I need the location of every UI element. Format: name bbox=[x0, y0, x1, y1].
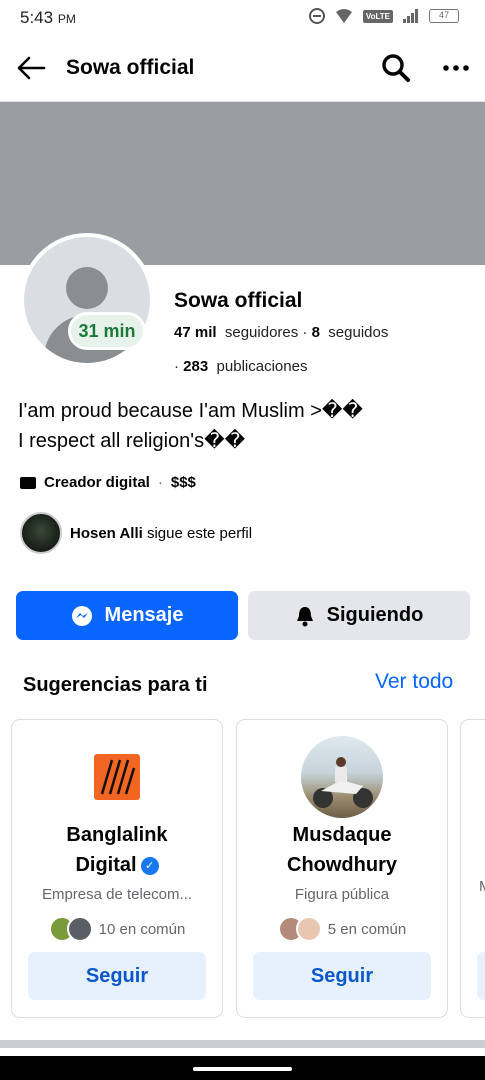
suggestion-name-line: Banglalink bbox=[66, 824, 168, 846]
verified-icon: ✓ bbox=[140, 856, 159, 875]
avatar bbox=[295, 916, 322, 942]
avatar[interactable] bbox=[20, 512, 62, 554]
avatar bbox=[66, 916, 93, 942]
profile-category: Creador digital · $$$ bbox=[20, 474, 196, 491]
profile-posts: · 283 publicaciones bbox=[174, 358, 308, 375]
message-label: Mensaje bbox=[104, 604, 184, 626]
message-button[interactable]: Mensaje bbox=[16, 591, 238, 640]
divider bbox=[0, 1040, 485, 1048]
mutual-avatars bbox=[48, 916, 93, 942]
suggestion-card[interactable]: Banglalink Digital ✓ Empresa de telecom..… bbox=[11, 719, 223, 1018]
suggestion-name-line: Chowdhury bbox=[287, 854, 397, 876]
suggestion-name-line: Musdaque bbox=[292, 824, 392, 846]
profile-name: Sowa official bbox=[174, 289, 303, 312]
price-range: $$$ bbox=[170, 474, 196, 491]
mutual-follower-text: sigue este perfil bbox=[146, 524, 253, 542]
suggestion-name-line: Digital bbox=[75, 854, 137, 876]
profile-page: 5:43 PM VoLTE 47 Sowa official 31 min So… bbox=[0, 0, 485, 1080]
signal-icon bbox=[403, 9, 418, 23]
followers-count[interactable]: 47 mil bbox=[174, 324, 217, 341]
following-button[interactable]: Siguiendo bbox=[248, 591, 470, 640]
status-icons: VoLTE 47 bbox=[308, 8, 459, 24]
suggestion-card[interactable]: Musdaque Chowdhury Figura pública 5 en c… bbox=[236, 719, 448, 1018]
search-icon[interactable] bbox=[380, 52, 412, 84]
mutual-avatars bbox=[277, 916, 322, 942]
page-title: Sowa official bbox=[66, 56, 195, 79]
mutual-count-text: 10 en común bbox=[98, 920, 186, 938]
messenger-icon bbox=[71, 605, 92, 626]
follow-button[interactable]: Seguir bbox=[28, 952, 206, 1000]
mutual-count: 10 en común bbox=[12, 916, 222, 942]
mutual-follower-name[interactable]: Hosen Alli bbox=[70, 525, 143, 542]
suggestion-subtitle: M bbox=[479, 878, 485, 895]
suggestion-avatar bbox=[301, 736, 383, 818]
bio-line: I'am proud because I'am Muslim >�� bbox=[18, 400, 363, 422]
status-bar: 5:43 PM VoLTE 47 bbox=[0, 0, 485, 34]
mutual-count-text: 5 en común bbox=[327, 920, 407, 938]
following-label[interactable]: seguidos bbox=[328, 324, 388, 341]
following-label: Siguiendo bbox=[326, 604, 424, 626]
system-nav-bar bbox=[0, 1056, 485, 1080]
status-time: 5:43 PM bbox=[20, 8, 76, 27]
top-app-bar: Sowa official bbox=[0, 34, 485, 102]
back-arrow-icon[interactable] bbox=[14, 50, 50, 86]
bio-line: I respect all religion's�� bbox=[18, 430, 246, 452]
dnd-icon bbox=[308, 8, 325, 24]
suggestion-subtitle: Figura pública bbox=[294, 886, 390, 903]
separator: · bbox=[157, 474, 163, 491]
posts-label: publicaciones bbox=[216, 358, 308, 375]
following-count[interactable]: 8 bbox=[312, 324, 320, 341]
wifi-icon bbox=[335, 9, 352, 23]
suggestion-card-partial[interactable]: M bbox=[460, 719, 485, 1018]
bell-icon bbox=[296, 606, 313, 626]
category-icon bbox=[20, 476, 36, 489]
mutual-follower[interactable]: Hosen Alli sigue este perfil bbox=[20, 512, 252, 554]
volte-icon: VoLTE bbox=[362, 9, 393, 23]
home-gesture-pill[interactable] bbox=[193, 1067, 292, 1071]
suggestion-subtitle: Empresa de telecom... bbox=[41, 886, 193, 903]
follow-button[interactable] bbox=[477, 952, 485, 1000]
suggestion-name[interactable]: Musdaque Chowdhury bbox=[237, 820, 447, 880]
battery-icon: 47 bbox=[429, 9, 459, 23]
followers-label[interactable]: seguidores bbox=[225, 324, 298, 341]
follow-button[interactable]: Seguir bbox=[253, 952, 431, 1000]
see-all-link[interactable]: Ver todo bbox=[375, 670, 453, 694]
posts-count: 283 bbox=[183, 358, 209, 375]
more-icon[interactable] bbox=[440, 52, 472, 84]
suggestions-title: Sugerencias para ti bbox=[23, 674, 208, 696]
mutual-count: 5 en común bbox=[237, 916, 447, 942]
category-label: Creador digital bbox=[44, 474, 150, 491]
avatar-head bbox=[66, 267, 108, 309]
story-time-badge: 31 min bbox=[68, 312, 146, 350]
profile-stats: 47 mil seguidores · 8 seguidos bbox=[174, 324, 389, 341]
banglalink-logo bbox=[94, 754, 140, 800]
profile-bio: I'am proud because I'am Muslim >�� I res… bbox=[18, 396, 363, 456]
suggestion-name[interactable]: Banglalink Digital ✓ bbox=[12, 820, 222, 880]
